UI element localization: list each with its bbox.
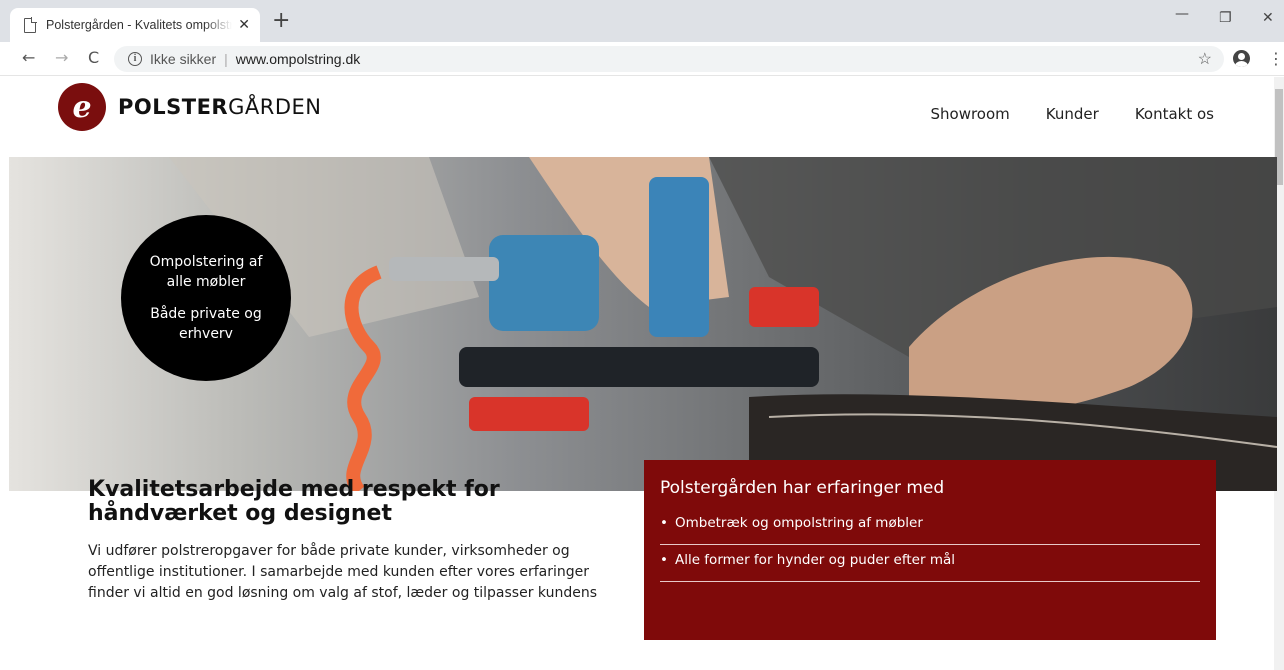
reload-icon[interactable]: C [88,48,99,67]
browser-tab[interactable]: Polstergården - Kvalitets ompolstring ✕ [10,8,260,42]
window-close-icon[interactable]: ✕ [1262,10,1274,26]
bookmark-star-icon[interactable]: ☆ [1198,49,1212,69]
new-tab-button[interactable]: + [272,10,290,32]
intro-text: Vi udfører polstreropgaver for både priv… [88,543,598,601]
profile-icon[interactable] [1233,50,1250,67]
experience-title: Polstergården har erfaringer med [660,478,945,498]
tab-title: Polstergården - Kvalitets ompolstring [46,18,233,32]
hero-badge-line2: Både private og erhverv [150,306,262,342]
nav-kunder[interactable]: Kunder [1046,105,1099,123]
logo-icon: e [58,83,106,131]
page-headline: Kvalitetsarbejde med respekt for håndvær… [88,477,500,526]
url-separator: | [224,51,228,67]
security-label: Ikke sikker [150,51,217,67]
url-text[interactable]: www.ompolstring.dk [236,51,361,67]
logo-light: GÅRDEN [228,95,322,119]
main-nav: Showroom Kunder Kontakt os [931,105,1215,123]
nav-kontakt-os[interactable]: Kontakt os [1135,105,1214,123]
maximize-icon[interactable]: ❐ [1219,10,1232,26]
experience-box: Polstergården har erfaringer med Ombetræ… [644,460,1216,640]
back-icon[interactable]: ← [22,48,35,67]
menu-icon[interactable]: ⋮ [1268,49,1284,68]
hero-badge: Ompolstering af alle møbler Både private… [121,215,291,381]
logo-wordmark: POLSTERGÅRDEN [118,95,321,119]
hero-badge-line1: Ompolstering af alle møbler [149,254,263,290]
browser-toolbar: ← → C i Ikke sikker | www.ompolstring.dk… [0,42,1284,76]
nav-showroom[interactable]: Showroom [931,105,1010,123]
site-logo[interactable]: e POLSTERGÅRDEN [58,83,321,131]
list-item: Alle former for hynder og puder efter må… [660,545,1200,582]
browser-tab-bar: Polstergården - Kvalitets ompolstring ✕ … [0,0,1284,42]
list-item: Ombetræk og ompolstring af møbler [660,508,1200,545]
forward-icon[interactable]: → [55,48,68,67]
minimize-icon[interactable]: — [1175,6,1189,22]
page-icon [24,17,37,33]
web-page: e POLSTERGÅRDEN Showroom Kunder Kontakt … [0,77,1284,670]
info-icon[interactable]: i [128,52,142,66]
address-bar[interactable]: i Ikke sikker | www.ompolstring.dk ☆ [114,46,1224,72]
hero-image: Ompolstering af alle møbler Både private… [9,157,1277,491]
logo-bold: POLSTER [118,95,229,119]
close-icon[interactable]: ✕ [238,17,250,33]
